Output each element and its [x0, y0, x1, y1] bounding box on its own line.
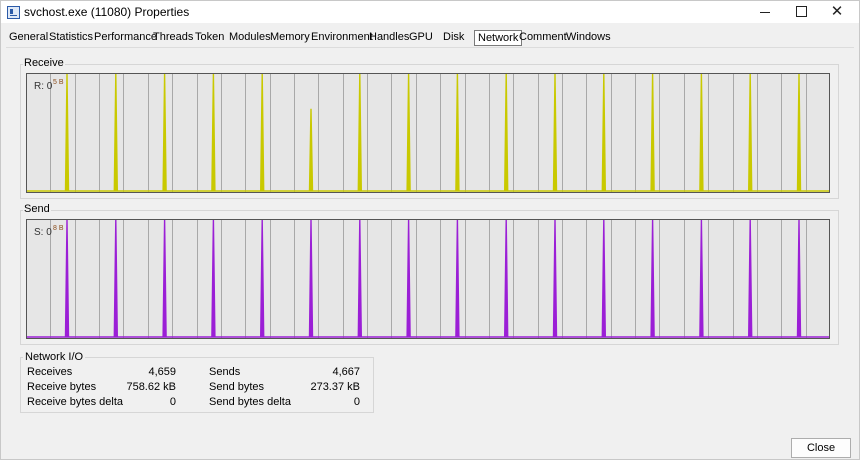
send-bytes-delta-label: Send bytes delta	[209, 396, 291, 408]
tab-token[interactable]: Token	[195, 29, 224, 45]
receive-bytes-value: 758.62 kB	[126, 381, 176, 393]
tab-environment[interactable]: Environment	[311, 29, 373, 45]
maximize-icon	[796, 6, 807, 17]
send-scale-unit: 8 B	[53, 225, 64, 232]
properties-window: svchost.exe (11080) Properties ✕ General…	[0, 0, 860, 460]
tab-network[interactable]: Network	[474, 30, 523, 46]
close-icon: ✕	[830, 3, 844, 20]
network-io-title: Network I/O	[23, 351, 86, 363]
window-title: svchost.exe (11080) Properties	[24, 5, 190, 19]
receive-graph: R: 0 5 B	[26, 73, 830, 193]
process-window-icon	[7, 6, 20, 19]
minimize-button[interactable]	[747, 1, 783, 23]
tab-performance[interactable]: Performance	[94, 29, 157, 45]
tab-threads[interactable]: Threads	[153, 29, 193, 45]
tab-statistics[interactable]: Statistics	[49, 29, 93, 45]
close-window-button[interactable]: ✕	[819, 1, 855, 23]
close-button[interactable]: Close	[791, 438, 851, 458]
send-bytes-label: Send bytes	[209, 381, 265, 393]
tab-general[interactable]: General	[9, 29, 48, 45]
receive-scale-unit: 5 B	[53, 79, 64, 86]
send-bytes-value: 273.37 kB	[310, 381, 360, 393]
receive-group-label: Receive	[23, 57, 65, 69]
sends-label: Sends	[209, 366, 241, 378]
send-group-label: Send	[23, 203, 51, 215]
receive-bytes-delta-value: 0	[169, 396, 176, 408]
receives-label: Receives	[27, 366, 73, 378]
tab-memory[interactable]: Memory	[270, 29, 310, 45]
minimize-icon	[760, 12, 770, 13]
maximize-button[interactable]	[783, 1, 819, 23]
tab-windows[interactable]: Windows	[566, 29, 611, 45]
send-graph: S: 0 8 B	[26, 219, 830, 339]
tab-modules[interactable]: Modules	[229, 29, 271, 45]
send-bytes-delta-value: 0	[353, 396, 360, 408]
title-bar[interactable]: svchost.exe (11080) Properties ✕	[1, 1, 859, 23]
receive-bytes-label: Receive bytes	[27, 381, 97, 393]
tab-gpu[interactable]: GPU	[409, 29, 433, 45]
sends-value: 4,667	[332, 366, 360, 378]
tab-comment[interactable]: Comment	[519, 29, 567, 45]
tab-handles[interactable]: Handles	[369, 29, 409, 45]
receives-value: 4,659	[148, 366, 176, 378]
tab-disk[interactable]: Disk	[443, 29, 464, 45]
receive-current-value: R: 0	[34, 81, 53, 92]
send-current-value: S: 0	[34, 227, 52, 238]
